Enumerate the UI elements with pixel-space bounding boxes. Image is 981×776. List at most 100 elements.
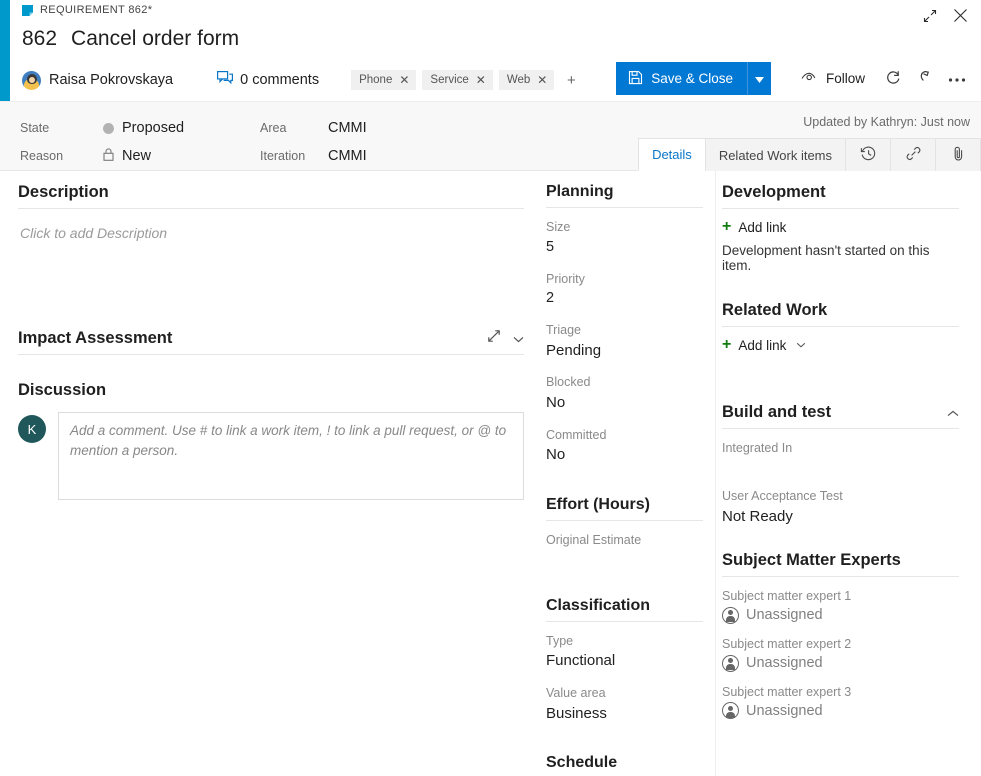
work-item-form: REQUIREMENT 862* 862 Cancel order form R… [0, 0, 981, 776]
development-add-link-button[interactable]: + Add link [722, 219, 959, 235]
save-options-dropdown-button[interactable] [747, 62, 771, 95]
field-value: Unassigned [746, 703, 823, 719]
field-subject-matter-expert-2: Subject matter expert 2 Unassigned [722, 635, 959, 672]
subject-matter-experts-heading: Subject Matter Experts [722, 551, 959, 577]
comment-input[interactable]: Add a comment. Use # to link a work item… [58, 412, 524, 500]
more-actions-ellipsis-icon [948, 71, 966, 86]
field-value[interactable]: No [546, 392, 703, 415]
expand-diagonal-icon[interactable] [487, 329, 501, 348]
save-and-close-button[interactable]: Save & Close [616, 62, 747, 95]
chevron-up-icon[interactable] [947, 403, 959, 422]
tag-remove-icon[interactable]: ✕ [399, 74, 409, 86]
identity-picker[interactable]: Unassigned [722, 607, 959, 624]
field-value[interactable]: Not Ready [722, 506, 959, 529]
avatar [22, 71, 41, 90]
close-icon [953, 8, 968, 26]
state-value: Proposed [122, 120, 184, 136]
add-tag-button[interactable]: + [560, 70, 582, 90]
refresh-button[interactable] [877, 62, 909, 95]
undo-icon [917, 69, 933, 88]
area-iteration-group: Area CMMI Iteration CMMI [260, 114, 367, 170]
work-item-title-row: 862 Cancel order form [22, 27, 239, 51]
chevron-down-icon [755, 71, 764, 86]
tag-label: Phone [359, 74, 392, 86]
iteration-value[interactable]: CMMI [328, 148, 367, 164]
field-value[interactable] [546, 550, 703, 568]
field-triage: Triage Pending [546, 321, 703, 362]
details-middle-column: Planning Size 5 Priority 2 Triage Pendin… [540, 171, 715, 776]
identity-picker[interactable]: Unassigned [722, 655, 959, 672]
tab-related-work-items[interactable]: Related Work items [705, 138, 846, 171]
field-blocked: Blocked No [546, 373, 703, 414]
description-heading: Description [18, 183, 524, 209]
tab-links[interactable] [890, 138, 936, 171]
reason-value-field: New [103, 148, 151, 165]
more-actions-button[interactable] [941, 62, 973, 95]
tag-service[interactable]: Service ✕ [422, 70, 492, 90]
field-user-acceptance-test: User Acceptance Test Not Ready [722, 487, 959, 528]
field-label: Type [546, 632, 703, 651]
area-row: Area CMMI [260, 114, 367, 142]
state-color-dot [103, 123, 114, 134]
spacer [722, 539, 959, 551]
tab-history[interactable] [845, 138, 891, 171]
field-value[interactable] [722, 458, 959, 476]
save-and-close-label: Save & Close [651, 71, 733, 86]
field-value[interactable]: Functional [546, 650, 703, 673]
field-label: Subject matter expert 1 [722, 587, 959, 606]
tag-remove-icon[interactable]: ✕ [476, 74, 486, 86]
close-button[interactable] [947, 5, 973, 29]
development-heading-label: Development [722, 183, 826, 202]
comments-link[interactable]: 0 comments [217, 71, 319, 90]
field-value: Unassigned [746, 607, 823, 623]
follow-button[interactable]: Follow [787, 62, 877, 95]
field-value[interactable]: Pending [546, 340, 703, 363]
work-item-body: Description Click to add Description Imp… [0, 171, 981, 776]
work-item-type-accent-bar [0, 0, 10, 101]
field-value[interactable]: 2 [546, 288, 703, 310]
related-work-heading: Related Work [722, 301, 959, 327]
tag-web[interactable]: Web ✕ [499, 70, 555, 90]
header-action-bar: Save & Close Follow [616, 62, 973, 95]
schedule-heading-label: Schedule [546, 754, 617, 772]
link-chain-icon [905, 145, 922, 165]
comments-count: 0 comments [240, 72, 319, 88]
field-label: Blocked [546, 373, 703, 392]
work-item-title[interactable]: Cancel order form [71, 27, 239, 51]
restore-down-button[interactable] [917, 5, 943, 29]
state-value-field[interactable]: Proposed [103, 120, 184, 136]
field-type: Type Functional [546, 632, 703, 673]
tag-label: Web [507, 74, 530, 86]
impact-assessment-heading[interactable]: Impact Assessment [18, 329, 524, 355]
effort-heading: Effort (Hours) [546, 496, 703, 521]
field-value[interactable]: 5 [546, 237, 703, 259]
field-value-area: Value area Business [546, 684, 703, 725]
undo-button[interactable] [909, 62, 941, 95]
related-work-add-link-button[interactable]: + Add link [722, 337, 959, 353]
reason-row: Reason New [20, 142, 184, 170]
build-and-test-heading-label: Build and test [722, 403, 831, 422]
description-editor[interactable]: Click to add Description [18, 219, 524, 285]
build-and-test-heading[interactable]: Build and test [722, 403, 959, 429]
tab-details[interactable]: Details [638, 138, 706, 171]
subject-matter-experts-heading-label: Subject Matter Experts [722, 551, 901, 570]
classification-heading-label: Classification [546, 597, 650, 615]
field-subject-matter-expert-1: Subject matter expert 1 Unassigned [722, 587, 959, 624]
assigned-to-field[interactable]: Raisa Pokrovskaya [22, 71, 173, 90]
spacer [546, 736, 703, 754]
tab-strip: Details Related Work items [639, 138, 981, 171]
area-value[interactable]: CMMI [328, 120, 367, 136]
field-value[interactable]: Business [546, 703, 703, 726]
work-item-id: 862 [22, 27, 57, 51]
field-label: Integrated In [722, 439, 959, 458]
plus-icon: + [722, 337, 731, 353]
tab-attachments[interactable] [935, 138, 981, 171]
identity-picker[interactable]: Unassigned [722, 702, 959, 719]
field-label: Original Estimate [546, 531, 703, 550]
chevron-down-icon[interactable] [513, 329, 524, 348]
tag-remove-icon[interactable]: ✕ [537, 74, 547, 86]
state-reason-group: State Proposed Reason New [20, 114, 184, 170]
tag-phone[interactable]: Phone ✕ [351, 70, 416, 90]
refresh-icon [885, 69, 901, 88]
field-value[interactable]: No [546, 444, 703, 467]
